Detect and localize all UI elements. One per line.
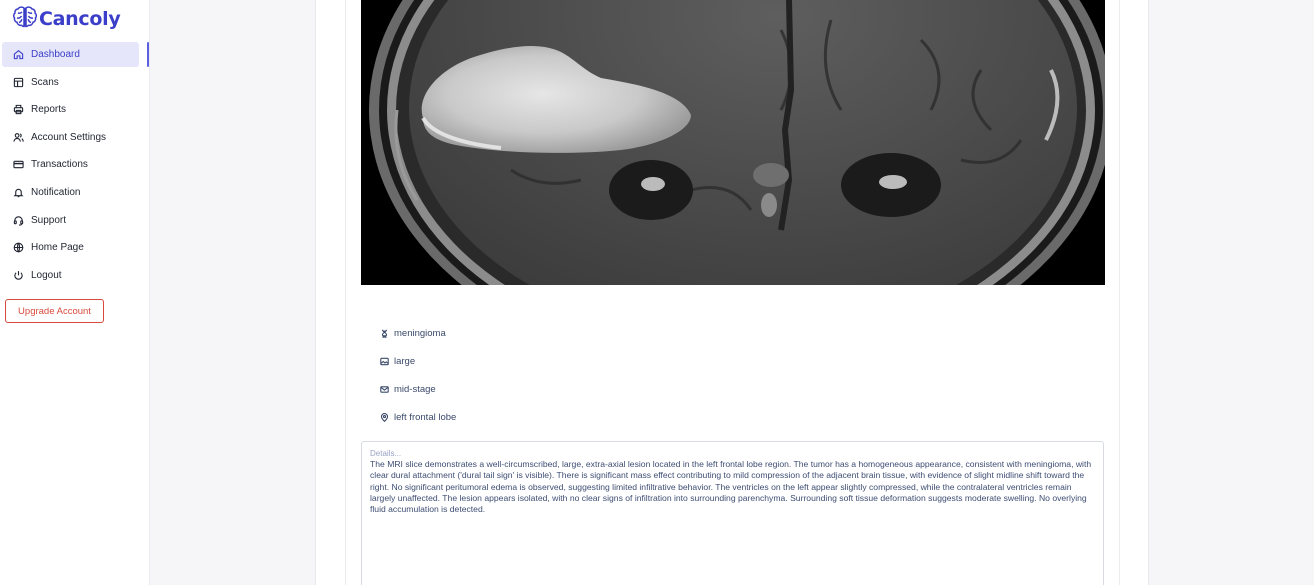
brain-logo-icon (12, 4, 38, 35)
tumor-stage-attribute: mid-stage (380, 382, 456, 396)
sidebar: Cancoly Dashboard Scans Reports Account … (0, 0, 150, 585)
sidebar-item-account-settings[interactable]: Account Settings (2, 125, 139, 150)
details-textarea[interactable]: Details... The MRI slice demonstrates a … (361, 441, 1104, 585)
tumor-location-attribute: left frontal lobe (380, 410, 456, 424)
sidebar-item-logout[interactable]: Logout (2, 263, 139, 288)
tumor-stage-value: mid-stage (394, 383, 436, 395)
tumor-type-attribute: meningioma (380, 326, 456, 340)
globe-icon (12, 242, 24, 254)
sidebar-item-transactions[interactable]: Transactions (2, 152, 139, 177)
details-placeholder: Details... (370, 449, 402, 458)
bell-icon (12, 186, 24, 198)
sidebar-item-notification[interactable]: Notification (2, 180, 139, 205)
app-name: Cancoly (39, 8, 121, 30)
sidebar-item-label: Account Settings (31, 131, 107, 143)
sidebar-item-reports[interactable]: Reports (2, 97, 139, 122)
upgrade-account-button[interactable]: Upgrade Account (5, 299, 104, 323)
power-icon (12, 269, 24, 281)
details-text: The MRI slice demonstrates a well-circum… (370, 459, 1092, 515)
sidebar-item-support[interactable]: Support (2, 208, 139, 233)
tumor-size-attribute: large (380, 354, 456, 368)
image-icon (380, 357, 389, 366)
sidebar-item-label: Support (31, 214, 67, 226)
home-icon (12, 49, 24, 61)
tumor-size-value: large (394, 355, 416, 367)
dna-icon (380, 329, 389, 338)
sidebar-item-label: Home Page (31, 242, 84, 254)
users-icon (12, 131, 24, 143)
tumor-type-value: meningioma (394, 327, 446, 339)
layout-icon (12, 76, 24, 88)
sidebar-item-label: Scans (31, 76, 59, 88)
sidebar-item-home-page[interactable]: Home Page (2, 235, 139, 260)
sidebar-item-label: Notification (31, 186, 81, 198)
printer-icon (12, 104, 24, 116)
mail-icon (380, 385, 389, 394)
sidebar-item-label: Transactions (31, 159, 88, 171)
mri-scan-image[interactable] (361, 0, 1105, 285)
sidebar-nav: Dashboard Scans Reports Account Settings… (2, 42, 150, 290)
scan-attributes: meningioma large mid-stage left frontal … (380, 326, 456, 438)
sidebar-item-scans[interactable]: Scans (2, 70, 139, 95)
logo[interactable]: Cancoly (12, 4, 121, 35)
headset-icon (12, 214, 24, 226)
sidebar-item-label: Dashboard (31, 49, 80, 60)
credit-card-icon (12, 159, 24, 171)
sidebar-item-label: Reports (31, 104, 67, 116)
sidebar-item-dashboard[interactable]: Dashboard (2, 42, 149, 67)
sidebar-item-label: Logout (31, 269, 62, 281)
map-pin-icon (380, 412, 389, 422)
tumor-location-value: left frontal lobe (394, 411, 457, 423)
